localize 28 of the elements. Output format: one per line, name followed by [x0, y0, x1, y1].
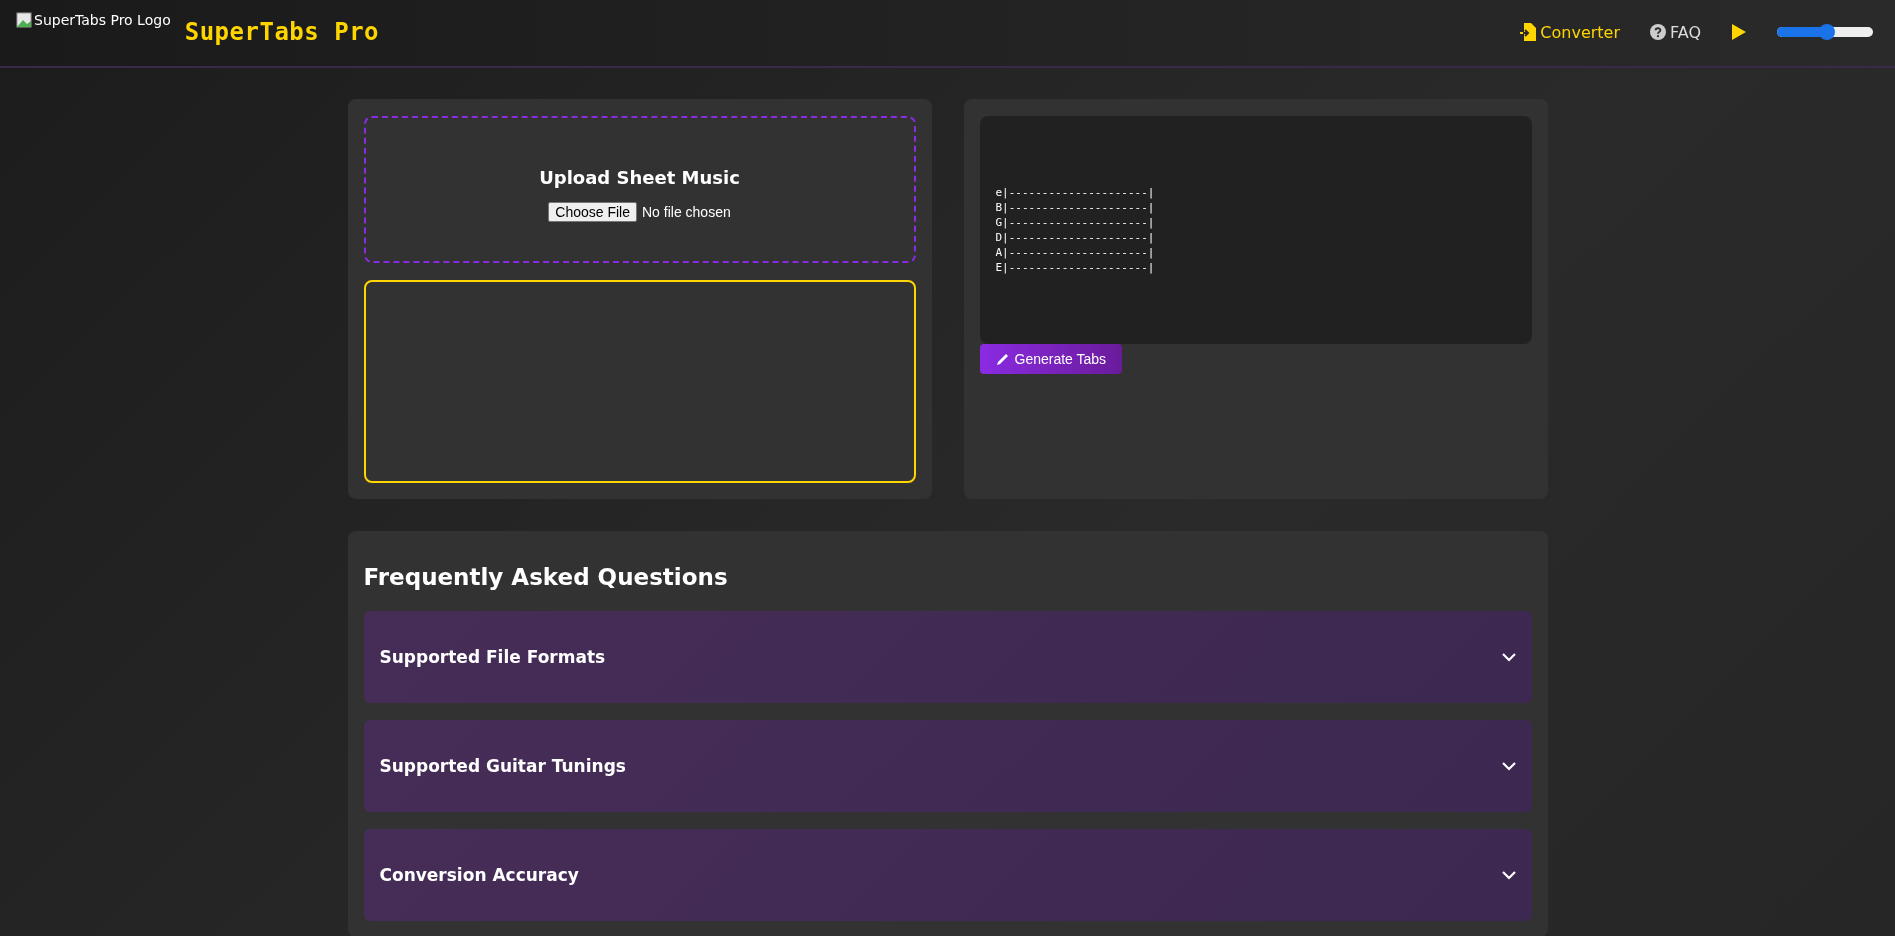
faq-question: Supported Guitar Tunings: [379, 756, 626, 776]
file-status: No file chosen: [642, 204, 731, 220]
volume-slider[interactable]: [1777, 27, 1873, 37]
file-import-icon: [1520, 23, 1537, 41]
broken-image-icon: [16, 12, 32, 28]
faq-item[interactable]: Supported File Formats: [363, 611, 1532, 703]
faq-item[interactable]: Supported Guitar Tunings: [363, 720, 1532, 812]
tab-line: G|---------------------|: [995, 215, 1156, 230]
choose-file-button[interactable]: Choose File: [548, 202, 637, 222]
upload-title: Upload Sheet Music: [539, 167, 740, 188]
faq-item[interactable]: Conversion Accuracy: [363, 829, 1532, 921]
tab-line: A|---------------------|: [995, 245, 1156, 260]
play-icon[interactable]: [1731, 23, 1747, 41]
upload-dropzone[interactable]: Upload Sheet Music Choose File No file chosen: [363, 116, 916, 263]
nav-link[interactable]: FAQ: [1650, 22, 1701, 42]
tab-line: E|---------------------|: [995, 260, 1156, 275]
tab-line: B|---------------------|: [995, 200, 1156, 215]
faq-question: Supported File Formats: [379, 647, 606, 667]
question-circle-icon: [1650, 24, 1666, 40]
pencil-icon: [995, 352, 1009, 366]
tab-line: D|---------------------|: [995, 230, 1156, 245]
nav-link[interactable]: Converter: [1520, 22, 1620, 42]
faq-question: Conversion Accuracy: [379, 865, 579, 885]
faq-title: Frequently Asked Questions: [363, 564, 729, 590]
generate-tabs-button[interactable]: Generate Tabs: [979, 344, 1123, 374]
broken-logo-image: SuperTabs Pro Logo: [16, 12, 171, 28]
brand-title: SuperTabs Pro: [184, 18, 380, 46]
tab-line: e|---------------------|: [995, 185, 1156, 200]
